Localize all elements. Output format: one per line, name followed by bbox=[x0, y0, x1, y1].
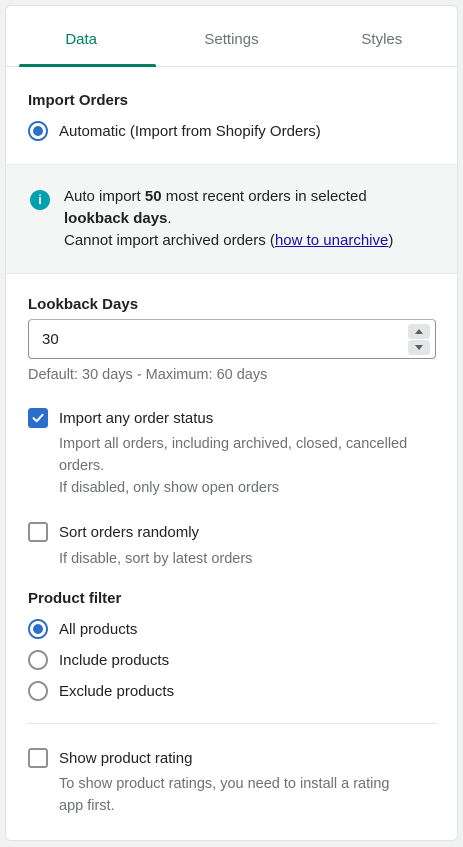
section-divider bbox=[28, 723, 436, 724]
include-products-label[interactable]: Include products bbox=[59, 652, 169, 669]
tab-bar: Data Settings Styles bbox=[6, 6, 457, 67]
exclude-products-radio[interactable] bbox=[28, 681, 48, 701]
sort-randomly-checkbox[interactable] bbox=[28, 522, 48, 542]
show-product-rating-help: To show product ratings, you need to ins… bbox=[59, 776, 390, 814]
decrement-button[interactable] bbox=[408, 340, 430, 355]
import-orders-title: Import Orders bbox=[28, 92, 129, 109]
import-any-status-help: Import all orders, including archived, c… bbox=[59, 436, 408, 496]
show-product-rating-label[interactable]: Show product rating bbox=[59, 750, 192, 767]
all-products-label[interactable]: All products bbox=[59, 621, 137, 638]
import-count: 50 bbox=[144, 188, 162, 205]
checkmark-icon bbox=[32, 413, 44, 423]
settings-panel: Data Settings Styles Import Orders Autom… bbox=[5, 5, 458, 841]
automatic-import-label[interactable]: Automatic (Import from Shopify Orders) bbox=[59, 123, 321, 140]
show-product-rating-checkbox[interactable] bbox=[28, 748, 48, 768]
info-icon: i bbox=[30, 190, 50, 210]
caret-down-icon bbox=[415, 345, 423, 350]
how-to-unarchive-link[interactable]: how to unarchive bbox=[275, 232, 388, 249]
import-any-status-label[interactable]: Import any order status bbox=[59, 410, 213, 427]
tab-styles[interactable]: Styles bbox=[307, 6, 457, 66]
info-banner: i Auto import 50 most recent orders in s… bbox=[6, 164, 457, 274]
import-any-status-checkbox[interactable] bbox=[28, 408, 48, 428]
sort-randomly-label[interactable]: Sort orders randomly bbox=[59, 524, 199, 541]
exclude-products-label[interactable]: Exclude products bbox=[59, 683, 174, 700]
sort-randomly-help: If disable, sort by latest orders bbox=[59, 551, 253, 567]
increment-button[interactable] bbox=[408, 324, 430, 339]
include-products-radio[interactable] bbox=[28, 650, 48, 670]
lookback-days-title: Lookback Days bbox=[28, 296, 139, 313]
caret-up-icon bbox=[415, 329, 423, 334]
lookback-days-input[interactable]: 30 bbox=[28, 319, 436, 359]
tab-settings[interactable]: Settings bbox=[156, 6, 306, 66]
tab-data[interactable]: Data bbox=[6, 6, 157, 67]
product-filter-title: Product filter bbox=[28, 590, 122, 607]
automatic-import-radio[interactable] bbox=[28, 121, 48, 141]
lookback-days-value[interactable]: 30 bbox=[42, 331, 59, 348]
lookback-days-help: Default: 30 days - Maximum: 60 days bbox=[28, 367, 268, 383]
all-products-radio[interactable] bbox=[28, 619, 48, 639]
info-banner-text: Auto import 50 most recent orders in sel… bbox=[64, 188, 394, 249]
lookback-days-emphasis: lookback days bbox=[64, 210, 168, 227]
